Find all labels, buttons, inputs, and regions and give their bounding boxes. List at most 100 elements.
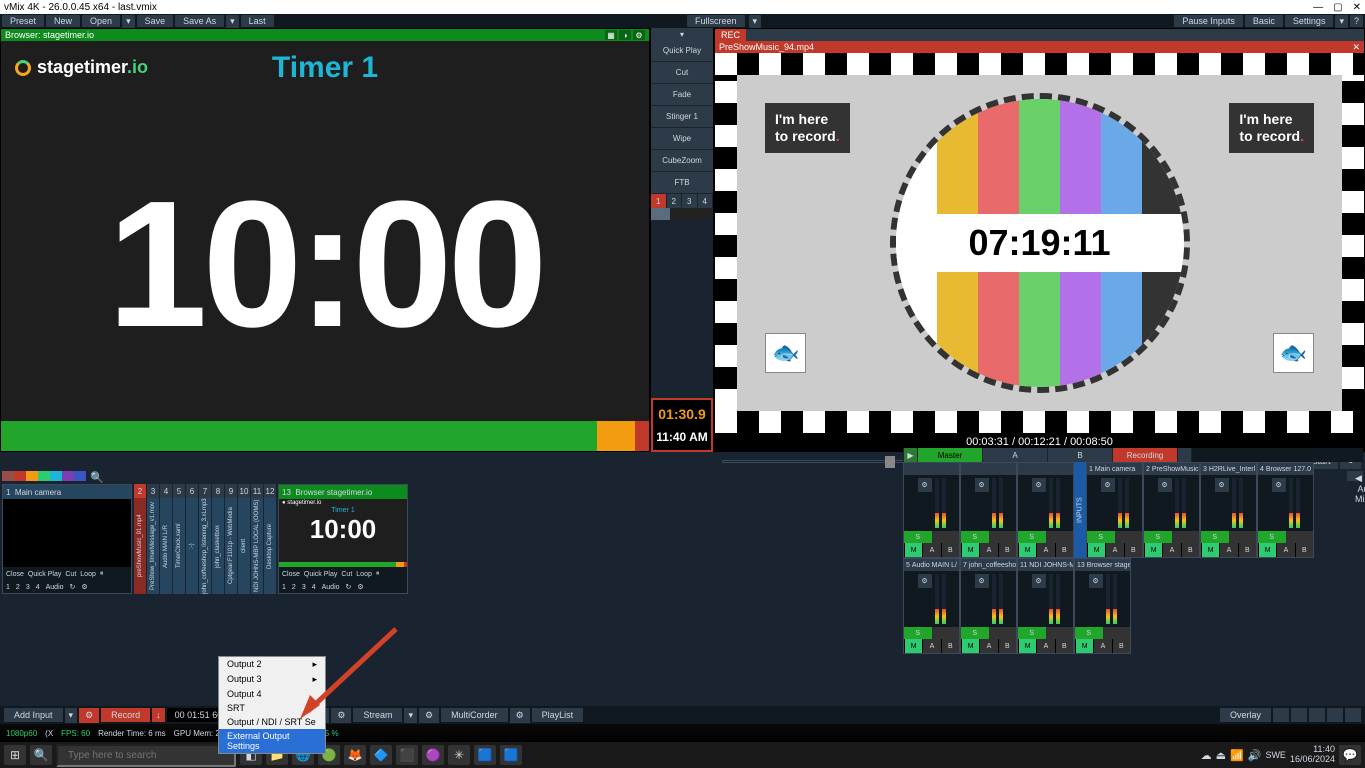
input-strip-6[interactable]: 6:-) <box>186 484 198 594</box>
tray-lang[interactable]: SWE <box>1265 750 1286 760</box>
basic-button[interactable]: Basic <box>1245 15 1283 27</box>
input-loop-icon[interactable]: ↻ <box>346 583 352 591</box>
input-loop-icon[interactable]: ↻ <box>70 583 76 591</box>
input-loop[interactable]: Loop <box>356 571 372 578</box>
input-close[interactable]: Close <box>6 571 24 578</box>
cut-button[interactable]: Cut <box>651 62 713 84</box>
mixer-channel[interactable]: 2 PreShowMusic⚙SMAB <box>1143 462 1200 558</box>
input-gear-icon[interactable]: ⚙ <box>81 583 87 591</box>
input-strip-3[interactable]: 3PreShow_timerMessage_v1.mov <box>147 484 159 594</box>
mixer-channel[interactable]: ⚙SMAB <box>1017 462 1074 558</box>
open-dropdown-icon[interactable]: ▾ <box>122 15 135 28</box>
bus-b[interactable]: B <box>1047 448 1112 462</box>
input-strip-4[interactable]: 4Audio MAIN L/R <box>160 484 172 594</box>
ftb-button[interactable]: FTB <box>651 172 713 194</box>
firefox-icon[interactable]: 🦊 <box>344 745 366 765</box>
mixer-channel[interactable]: 4 Browser 127.0⚙SMAB <box>1257 462 1314 558</box>
multicorder-button[interactable]: MultiCorder <box>441 708 508 722</box>
channel-gear-icon[interactable]: ⚙ <box>1032 478 1046 492</box>
mixer-channel[interactable]: 5 Audio MAIN L/⚙SMAB <box>903 558 960 654</box>
menu-output-3[interactable]: Output 3▸ <box>219 672 325 687</box>
channel-gear-icon[interactable]: ⚙ <box>918 478 932 492</box>
add-input-button[interactable]: Add Input <box>4 708 63 722</box>
input-ov-1[interactable]: 1 <box>282 584 286 591</box>
input-quickplay[interactable]: Quick Play <box>304 571 337 578</box>
help-button[interactable]: ? <box>1350 15 1363 27</box>
swatch[interactable] <box>14 471 26 481</box>
input-strip-9[interactable]: 9Cptgear:F1101p - WebMedia <box>225 484 237 594</box>
input-audio[interactable]: Audio <box>322 584 340 591</box>
preview-close-icon[interactable]: ▦ <box>605 30 617 40</box>
mixer-channel[interactable]: 13 Browser stage⚙SMAB <box>1074 558 1131 654</box>
taskbar-search[interactable] <box>56 744 236 767</box>
start-icon[interactable]: ⊞ <box>4 745 26 765</box>
preview-gear-icon[interactable]: ⚙ <box>633 30 645 40</box>
save-button[interactable]: Save <box>137 15 174 27</box>
saveas-dropdown-icon[interactable]: ▾ <box>226 15 239 28</box>
view-1-icon[interactable] <box>1273 708 1289 722</box>
channel-gear-icon[interactable]: ⚙ <box>975 478 989 492</box>
input-strip-12[interactable]: 12Desktop Capture <box>264 484 276 594</box>
fade-button[interactable]: Fade <box>651 84 713 106</box>
input-pause-icon[interactable]: ⏸ <box>376 570 380 578</box>
record-button[interactable]: Record <box>101 708 150 722</box>
view-2-icon[interactable] <box>1291 708 1307 722</box>
stinger-button[interactable]: Stinger 1 <box>651 106 713 128</box>
fullscreen-split-btn[interactable]: ▾ <box>651 28 713 40</box>
record-dropdown-icon[interactable]: ↓ <box>152 708 165 722</box>
tray-network-icon[interactable]: 📶 <box>1230 749 1244 762</box>
mixer-channel[interactable]: ⚙SMAB <box>960 462 1017 558</box>
app2-icon[interactable]: 🟣 <box>422 745 444 765</box>
open-button[interactable]: Open <box>82 15 120 27</box>
mixer-channel[interactable]: 11 NDI JOHNS-M⚙SMAB <box>1017 558 1074 654</box>
view-4-icon[interactable] <box>1327 708 1343 722</box>
wipe-button[interactable]: Wipe <box>651 128 713 150</box>
input-ov-1[interactable]: 1 <box>6 584 10 591</box>
overlay-3[interactable]: 3 <box>682 194 698 208</box>
swatch[interactable] <box>38 471 50 481</box>
stream-dropdown-icon[interactable]: ▾ <box>404 708 417 723</box>
channel-gear-icon[interactable]: ⚙ <box>1101 478 1115 492</box>
menu-srt[interactable]: SRT <box>219 701 325 715</box>
channel-gear-icon[interactable]: ⚙ <box>1272 478 1286 492</box>
playlist-button[interactable]: PlayList <box>532 708 584 722</box>
input-ov-2[interactable]: 2 <box>292 584 296 591</box>
input-cut[interactable]: Cut <box>341 571 352 578</box>
menu-output-ndi-srt[interactable]: Output / NDI / SRT Se <box>219 715 325 729</box>
input-strip-11[interactable]: 11NDI JOHNS-MBP LOCAL (OOMS) <box>251 484 263 594</box>
swatch[interactable] <box>2 471 14 481</box>
cubezoom-button[interactable]: CubeZoom <box>651 150 713 172</box>
input-quickplay[interactable]: Quick Play <box>28 571 61 578</box>
input-close[interactable]: Close <box>282 571 300 578</box>
input-card-13[interactable]: 13 Browser stagetimer.io ● stagetimer.io… <box>278 484 408 594</box>
search-icon[interactable]: 🔍 <box>90 471 102 481</box>
maximize-icon[interactable]: ▢ <box>1333 2 1342 13</box>
app-icon[interactable]: ⬛ <box>396 745 418 765</box>
notifications-icon[interactable]: 💬 <box>1339 745 1361 765</box>
preview-stage[interactable]: stagetimer.io Timer 1 10:00 <box>1 41 649 451</box>
input-pause-icon[interactable]: ⏸ <box>100 570 104 578</box>
scrub-thumb[interactable] <box>885 456 895 468</box>
settings-dropdown-icon[interactable]: ▾ <box>1335 15 1348 28</box>
bus-a[interactable]: A <box>982 448 1047 462</box>
menu-output-4[interactable]: Output 4 <box>219 687 325 701</box>
input-strip-5[interactable]: 5TimerClock.xaml <box>173 484 185 594</box>
minimize-icon[interactable]: — <box>1313 2 1323 13</box>
pause-inputs-button[interactable]: Pause Inputs <box>1174 15 1243 27</box>
swatch[interactable] <box>74 471 86 481</box>
new-button[interactable]: New <box>46 15 80 27</box>
mixer-channel[interactable]: ⚙SMAB <box>903 462 960 558</box>
input-loop[interactable]: Loop <box>80 571 96 578</box>
overlay-4[interactable]: 4 <box>698 194 714 208</box>
program-close-icon[interactable]: ✕ <box>1352 42 1360 53</box>
swatch[interactable] <box>50 471 62 481</box>
playlist-gear-icon[interactable]: ⚙ <box>510 708 530 723</box>
settings-button[interactable]: Settings <box>1285 15 1334 27</box>
vscode-icon[interactable]: 🔷 <box>370 745 392 765</box>
input-gear-icon[interactable]: ⚙ <box>357 583 363 591</box>
input-ov-2[interactable]: 2 <box>16 584 20 591</box>
channel-gear-icon[interactable]: ⚙ <box>975 574 989 588</box>
input-strip-8[interactable]: 8john_clasketbox <box>212 484 224 594</box>
program-stage[interactable]: I'm hereto record. I'm hereto record. 07… <box>715 53 1364 433</box>
search-icon[interactable]: 🔍 <box>30 745 52 765</box>
